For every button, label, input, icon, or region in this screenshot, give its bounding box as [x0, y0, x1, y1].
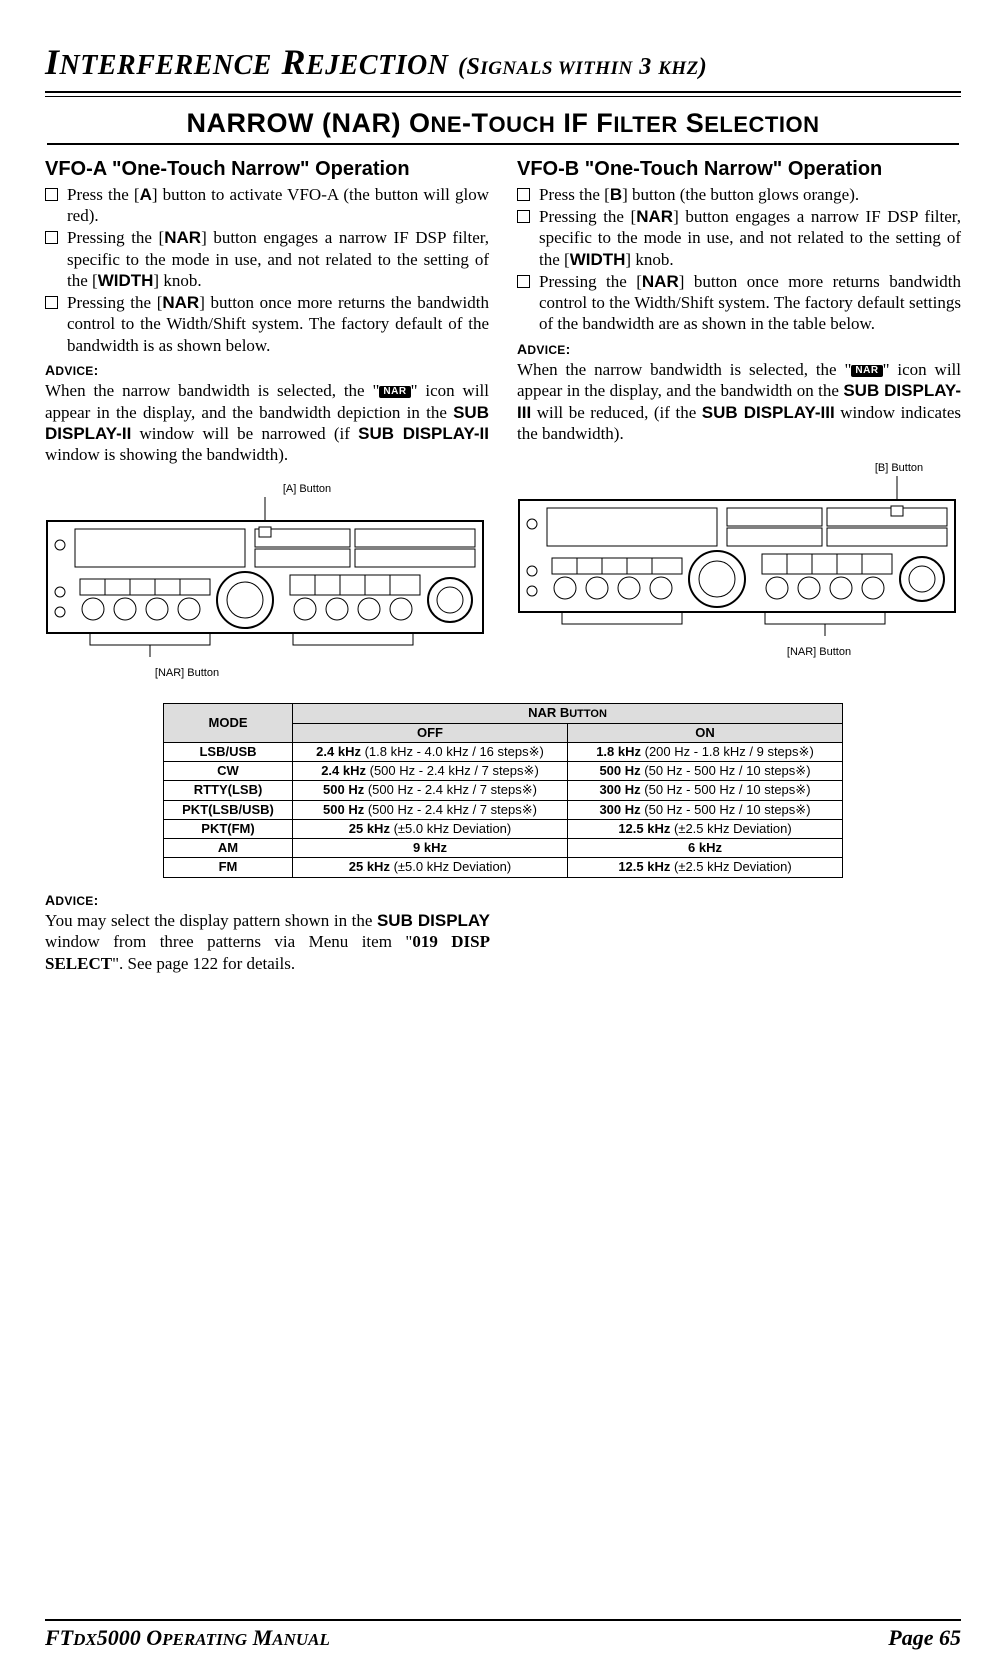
square-bullet-icon [45, 188, 58, 201]
title-rule [45, 91, 961, 93]
advice-text: When the narrow bandwidth is selected, t… [517, 359, 961, 444]
vfo-b-heading: VFO-B "One-Touch Narrow" Operation [517, 157, 961, 182]
table-row: FM25 kHz (±5.0 kHz Deviation)12.5 kHz (±… [164, 858, 843, 877]
advice-label: ADVICE: [45, 362, 489, 380]
square-bullet-icon [517, 275, 530, 288]
list-item: Pressing the [NAR] button engages a narr… [517, 206, 961, 270]
nar-badge-icon: NAR [851, 365, 882, 377]
vfo-a-section: VFO-A "One-Touch Narrow" Operation Press… [45, 157, 489, 681]
list-item: Press the [A] button to activate VFO-A (… [45, 184, 489, 227]
table-row: PKT(LSB/USB)500 Hz (500 Hz - 2.4 kHz / 7… [164, 800, 843, 819]
radio-front-panel-icon [517, 476, 957, 646]
vfo-a-diagram: [A] Button [45, 483, 489, 681]
nar-badge-icon: NAR [379, 386, 410, 398]
list-item: Press the [B] button (the button glows o… [517, 184, 961, 205]
square-bullet-icon [45, 296, 58, 309]
radio-front-panel-icon [45, 497, 485, 667]
on-header: ON [568, 723, 843, 742]
manual-title: FTDX5000 OPERATING MANUAL [45, 1624, 330, 1652]
nar-button-label: [NAR] Button [677, 646, 961, 660]
a-button-label: [A] Button [125, 483, 489, 497]
square-bullet-icon [45, 231, 58, 244]
square-bullet-icon [517, 210, 530, 223]
advice-text: You may select the display pattern shown… [45, 910, 490, 974]
table-row: PKT(FM)25 kHz (±5.0 kHz Deviation)12.5 k… [164, 819, 843, 838]
advice-label: ADVICE: [517, 341, 961, 359]
table-row: LSB/USB2.4 kHz (1.8 kHz - 4.0 kHz / 16 s… [164, 742, 843, 761]
list-item: Pressing the [NAR] button once more retu… [45, 292, 489, 356]
page-title: INTERFERENCE REJECTION (SIGNALS WITHIN 3… [45, 40, 961, 85]
b-button-label: [B] Button [837, 462, 961, 476]
table-row: CW2.4 kHz (500 Hz - 2.4 kHz / 7 steps※)5… [164, 762, 843, 781]
off-header: OFF [293, 723, 568, 742]
nar-button-label: [NAR] Button [0, 667, 489, 681]
list-item: Pressing the [NAR] button once more retu… [517, 271, 961, 335]
title-rule [45, 96, 961, 97]
table-row: RTTY(LSB)500 Hz (500 Hz - 2.4 kHz / 7 st… [164, 781, 843, 800]
page-footer: FTDX5000 OPERATING MANUAL Page 65 [45, 1619, 961, 1652]
vfo-b-section: VFO-B "One-Touch Narrow" Operation Press… [517, 157, 961, 681]
advice-label: ADVICE: [45, 892, 490, 910]
table-row: AM9 kHz6 kHz [164, 839, 843, 858]
page-number: Page 65 [888, 1624, 961, 1652]
list-item: Pressing the [NAR] button engages a narr… [45, 227, 489, 291]
advice-section-bottom: ADVICE: You may select the display patte… [45, 892, 490, 974]
mode-table: MODE NAR BUTTON OFF ON LSB/USB2.4 kHz (1… [163, 703, 843, 878]
mode-header: MODE [164, 703, 293, 742]
square-bullet-icon [517, 188, 530, 201]
section-heading: NARROW (NAR) ONE-TOUCH IF FILTER SELECTI… [47, 107, 959, 145]
vfo-b-diagram: [B] Button [517, 462, 961, 660]
advice-text: When the narrow bandwidth is selected, t… [45, 380, 489, 465]
vfo-a-heading: VFO-A "One-Touch Narrow" Operation [45, 157, 489, 182]
nar-header: NAR BUTTON [293, 703, 843, 723]
